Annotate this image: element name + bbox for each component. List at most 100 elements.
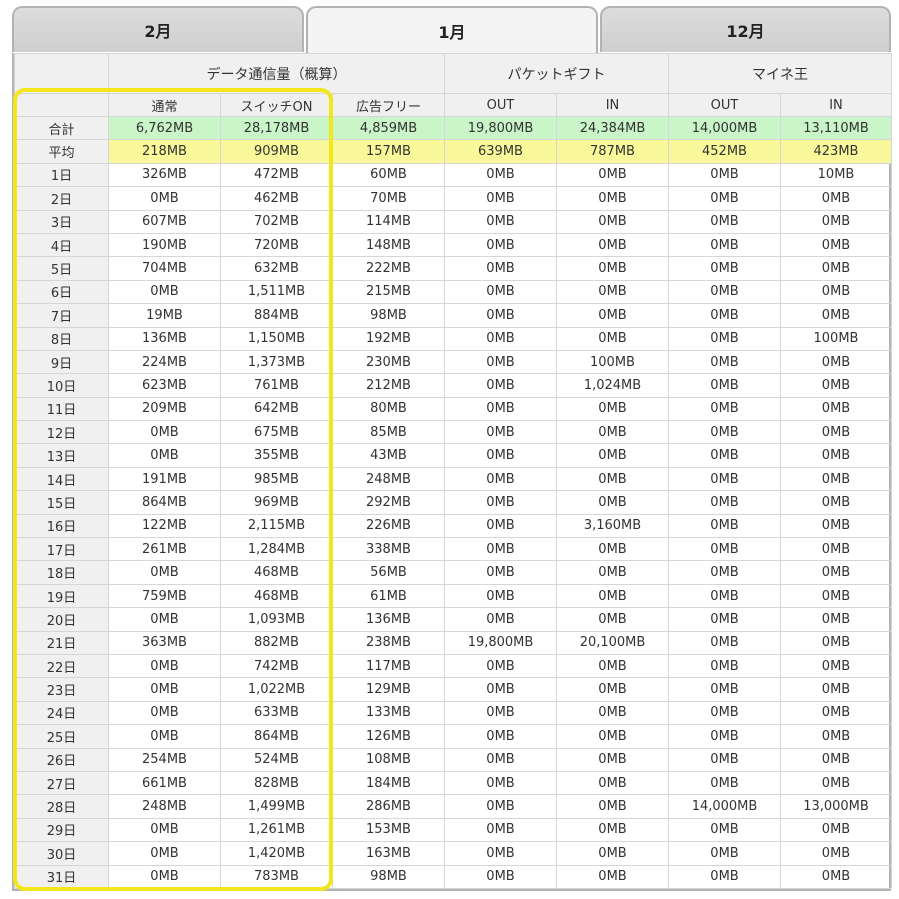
day-cell: 61MB <box>332 583 445 609</box>
day-cell: 0MB <box>444 794 557 819</box>
day-cell: 70MB <box>332 186 445 211</box>
day-cell: 0MB <box>780 630 892 655</box>
day-cell: 0MB <box>668 700 781 726</box>
day-cell: 864MB <box>220 724 333 749</box>
day-cell: 0MB <box>556 841 669 866</box>
header-column-row: 通常 スイッチON 広告フリー OUT IN OUT IN <box>14 93 892 117</box>
day-cell: 0MB <box>108 724 221 749</box>
day-cell: 468MB <box>220 583 333 609</box>
day-cell: 0MB <box>556 794 669 819</box>
day-cell: 0MB <box>780 724 892 749</box>
day-label: 2日 <box>14 186 109 211</box>
usage-table: データ通信量（概算） パケットギフト マイネ王 通常 スイッチON 広告フリー … <box>14 53 892 889</box>
day-cell: 0MB <box>780 747 892 772</box>
day-cell: 0MB <box>668 607 781 632</box>
day-cell: 192MB <box>332 326 445 351</box>
day-cell: 0MB <box>556 162 669 188</box>
header-group-data-usage: データ通信量（概算） <box>108 53 445 94</box>
day-cell: 0MB <box>668 303 781 328</box>
day-cell: 0MB <box>444 209 557 234</box>
day-label: 20日 <box>14 607 109 632</box>
day-row: 2日 0MB 462MB 70MB 0MB 0MB 0MB 0MB <box>14 186 892 211</box>
day-cell: 0MB <box>108 653 221 679</box>
day-cell: 226MB <box>332 513 445 539</box>
day-row: 25日 0MB 864MB 126MB 0MB 0MB 0MB 0MB <box>14 724 892 749</box>
day-cell: 0MB <box>444 841 557 866</box>
day-cell: 0MB <box>668 232 781 258</box>
usage-table-container: データ通信量（概算） パケットギフト マイネ王 通常 スイッチON 広告フリー … <box>12 53 892 891</box>
day-row: 5日 704MB 632MB 222MB 0MB 0MB 0MB 0MB <box>14 256 892 281</box>
day-cell: 0MB <box>780 560 892 585</box>
day-row: 31日 0MB 783MB 98MB 0MB 0MB 0MB 0MB <box>14 864 892 889</box>
day-cell: 0MB <box>668 256 781 281</box>
day-cell: 0MB <box>780 583 892 609</box>
day-cell: 0MB <box>780 420 892 445</box>
day-cell: 0MB <box>668 537 781 562</box>
day-cell: 0MB <box>108 443 221 468</box>
day-row: 27日 661MB 828MB 184MB 0MB 0MB 0MB 0MB <box>14 770 892 796</box>
tab-february[interactable]: 2月 <box>12 6 304 52</box>
day-label: 10日 <box>14 373 109 398</box>
day-label: 31日 <box>14 864 109 889</box>
tab-january[interactable]: 1月 <box>306 6 598 54</box>
day-cell: 1,022MB <box>220 677 333 702</box>
day-label: 23日 <box>14 677 109 702</box>
day-cell: 0MB <box>556 279 669 305</box>
day-row: 22日 0MB 742MB 117MB 0MB 0MB 0MB 0MB <box>14 653 892 679</box>
day-cell: 0MB <box>108 841 221 866</box>
day-cell: 0MB <box>444 817 557 843</box>
day-row: 21日 363MB 882MB 238MB 19,800MB 20,100MB 0MB 0MB <box>14 630 892 655</box>
header-group-row: データ通信量（概算） パケットギフト マイネ王 <box>14 53 892 94</box>
day-cell: 632MB <box>220 256 333 281</box>
day-cell: 0MB <box>668 513 781 539</box>
day-label: 29日 <box>14 817 109 843</box>
day-cell: 884MB <box>220 303 333 328</box>
day-cell: 254MB <box>108 747 221 772</box>
day-cell: 0MB <box>444 303 557 328</box>
day-cell: 98MB <box>332 303 445 328</box>
day-label: 8日 <box>14 326 109 351</box>
average-row: 平均 218MB 909MB 157MB 639MB 787MB 452MB 4… <box>14 139 892 164</box>
day-label: 12日 <box>14 420 109 445</box>
day-cell: 43MB <box>332 443 445 468</box>
day-cell: 0MB <box>556 232 669 258</box>
day-label: 30日 <box>14 841 109 866</box>
day-cell: 0MB <box>444 373 557 398</box>
day-cell: 0MB <box>444 653 557 679</box>
day-cell: 1,284MB <box>220 537 333 562</box>
day-cell: 100MB <box>556 349 669 375</box>
day-row: 6日 0MB 1,511MB 215MB 0MB 0MB 0MB 0MB <box>14 279 892 305</box>
day-cell: 0MB <box>668 420 781 445</box>
day-cell: 98MB <box>332 864 445 889</box>
day-cell: 0MB <box>556 537 669 562</box>
day-cell: 129MB <box>332 677 445 702</box>
day-cell: 633MB <box>220 700 333 726</box>
average-cell: 423MB <box>780 139 892 164</box>
day-row: 24日 0MB 633MB 133MB 0MB 0MB 0MB 0MB <box>14 700 892 726</box>
day-cell: 326MB <box>108 162 221 188</box>
day-cell: 0MB <box>556 443 669 468</box>
day-label: 13日 <box>14 443 109 468</box>
day-cell: 0MB <box>556 583 669 609</box>
day-cell: 642MB <box>220 396 333 422</box>
day-cell: 761MB <box>220 373 333 398</box>
day-cell: 153MB <box>332 817 445 843</box>
day-cell: 190MB <box>108 232 221 258</box>
day-cell: 0MB <box>444 560 557 585</box>
day-row: 11日 209MB 642MB 80MB 0MB 0MB 0MB 0MB <box>14 396 892 422</box>
day-cell: 524MB <box>220 747 333 772</box>
day-row: 10日 623MB 761MB 212MB 0MB 1,024MB 0MB 0MB <box>14 373 892 398</box>
day-label: 6日 <box>14 279 109 305</box>
total-label: 合計 <box>14 115 109 141</box>
header-col-ad-free: 広告フリー <box>332 93 445 117</box>
day-cell: 661MB <box>108 770 221 796</box>
day-cell: 0MB <box>668 490 781 515</box>
total-cell: 24,384MB <box>556 115 669 141</box>
day-cell: 0MB <box>780 653 892 679</box>
day-cell: 13,000MB <box>780 794 892 819</box>
day-cell: 1,511MB <box>220 279 333 305</box>
tab-december[interactable]: 12月 <box>600 6 891 52</box>
day-cell: 0MB <box>108 420 221 445</box>
day-cell: 0MB <box>780 841 892 866</box>
day-cell: 56MB <box>332 560 445 585</box>
